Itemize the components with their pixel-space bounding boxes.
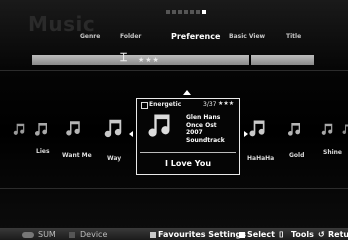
select-icon (239, 232, 245, 238)
page-dot (172, 10, 176, 14)
favourites-button-icon (150, 232, 156, 238)
page-indicator (166, 10, 206, 14)
item-label-way: Way (107, 155, 122, 162)
track-album: Once Ost (186, 121, 217, 129)
sum-icon (22, 232, 34, 238)
item-label-gold: Gold (289, 152, 305, 159)
arrow-left-icon[interactable] (129, 131, 133, 137)
tab-basic-view[interactable]: Basic View (229, 33, 265, 40)
music-note-icon[interactable] (320, 122, 334, 136)
music-note-icon[interactable] (247, 118, 267, 138)
preference-scrubber[interactable] (32, 55, 314, 65)
page-dot (178, 10, 182, 14)
item-label-shine: Shine (323, 149, 342, 156)
divider-bottom (0, 188, 348, 189)
return-label[interactable]: Retu (328, 230, 348, 239)
sum-label[interactable]: SUM (38, 230, 56, 239)
music-note-icon[interactable] (286, 121, 302, 137)
tools-label[interactable]: Tools (291, 230, 314, 239)
music-screen: Music Genre Folder Preference Basic View… (0, 0, 348, 240)
item-label-want-me: Want Me (62, 152, 92, 159)
page-dot-active (202, 10, 206, 14)
tab-preference[interactable]: Preference (171, 32, 220, 41)
checkbox[interactable] (141, 102, 148, 109)
tools-icon: ⌷ (279, 230, 284, 239)
scrubber-divider (249, 55, 251, 65)
track-details: Glen Hans Once Ost 2007 Soundtrack (186, 114, 225, 144)
track-artist: Glen Hans (186, 114, 221, 121)
track-genre: Soundtrack (186, 136, 225, 144)
item-label-hahaha: HaHaHa (247, 155, 275, 162)
divider-top (0, 70, 348, 71)
favourites-settings-label[interactable]: Favourites Settings (158, 230, 246, 239)
music-note-icon (145, 111, 173, 139)
up-arrow-icon[interactable] (183, 90, 191, 95)
device-label[interactable]: Device (80, 230, 107, 239)
scrubber-handle[interactable]: ⌶ (120, 50, 127, 65)
scrubber-stars: ★★★ (138, 56, 160, 64)
item-label-lies: Lies (36, 148, 50, 155)
tab-genre[interactable]: Genre (80, 33, 100, 40)
tab-folder[interactable]: Folder (120, 33, 141, 40)
music-note-icon[interactable] (102, 117, 124, 139)
selected-category: Energetic (149, 101, 182, 108)
card-divider (140, 152, 236, 153)
select-label[interactable]: Select (247, 230, 275, 239)
music-note-icon (341, 123, 348, 135)
music-note-icon (12, 122, 26, 136)
rating-stars: ★★★ (218, 100, 235, 107)
return-icon: ↺ (318, 230, 325, 239)
page-dot (184, 10, 188, 14)
page-dot (190, 10, 194, 14)
device-icon (69, 232, 75, 238)
page-dot (166, 10, 170, 14)
tab-title[interactable]: Title (286, 33, 301, 40)
music-note-icon[interactable] (33, 121, 49, 137)
page-dot (196, 10, 200, 14)
track-title: I Love You (164, 159, 212, 168)
selected-count: 3/37 (203, 101, 217, 108)
track-year: 2007 (186, 129, 203, 136)
music-note-icon[interactable] (64, 119, 82, 137)
selected-track-card[interactable]: Energetic 3/37 ★★★ Glen Hans Once Ost 20… (136, 98, 240, 175)
